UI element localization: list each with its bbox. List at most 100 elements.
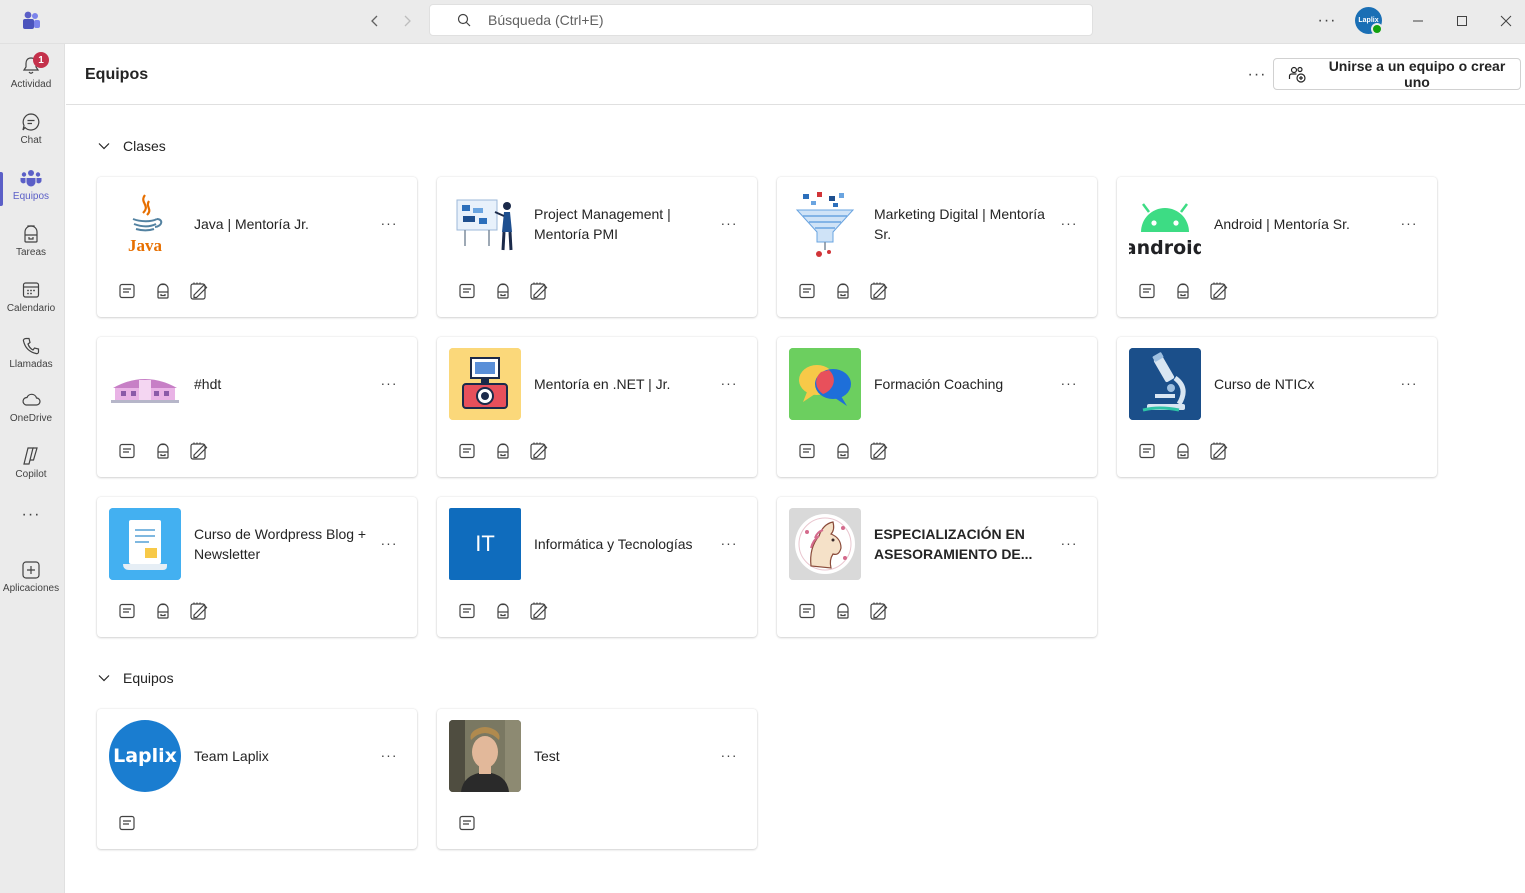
team-name[interactable]: Informática y Tecnologías — [534, 524, 709, 564]
rail-item-teams[interactable]: Equipos — [0, 160, 62, 214]
maximize-icon[interactable] — [1449, 8, 1475, 34]
assignments-icon[interactable] — [1173, 441, 1193, 461]
team-name[interactable]: Curso de Wordpress Blog + Newsletter — [194, 524, 369, 564]
card-more-button[interactable]: ··· — [1399, 373, 1419, 393]
forward-arrow-icon[interactable] — [396, 10, 418, 32]
document-illustration-thumbnail — [109, 508, 181, 580]
search-input[interactable] — [488, 12, 988, 28]
team-name[interactable]: Team Laplix — [194, 736, 369, 776]
team-name[interactable]: #hdt — [194, 364, 369, 404]
team-card[interactable]: Formación Coaching ··· — [777, 337, 1097, 477]
grades-icon[interactable] — [189, 441, 209, 461]
grades-icon[interactable] — [529, 441, 549, 461]
card-more-button[interactable]: ··· — [1059, 213, 1079, 233]
assignments-icon[interactable] — [153, 601, 173, 621]
team-card[interactable]: Curso de NTICx ··· — [1117, 337, 1437, 477]
header-more-button[interactable]: ··· — [1246, 64, 1268, 86]
grades-icon[interactable] — [869, 441, 889, 461]
card-more-button[interactable]: ··· — [379, 373, 399, 393]
team-card[interactable]: Laplix Team Laplix ··· — [97, 709, 417, 849]
rail-item-tasks[interactable]: Tareas — [0, 216, 62, 270]
posts-icon[interactable] — [117, 601, 137, 621]
team-card[interactable]: Test ··· — [437, 709, 757, 849]
grades-icon[interactable] — [869, 281, 889, 301]
team-name[interactable]: Test — [534, 736, 709, 776]
team-name[interactable]: Android | Mentoría Sr. — [1214, 204, 1389, 244]
assignments-icon[interactable] — [493, 601, 513, 621]
posts-icon[interactable] — [1137, 441, 1157, 461]
rail-item-calendar[interactable]: Calendario — [0, 272, 62, 326]
posts-icon[interactable] — [457, 813, 477, 833]
card-more-button[interactable]: ··· — [1399, 213, 1419, 233]
rail-more-button[interactable]: ··· — [0, 506, 62, 524]
card-more-button[interactable]: ··· — [719, 745, 739, 765]
rail-item-activity[interactable]: Actividad 1 — [0, 48, 62, 102]
team-card[interactable]: IT Informática y Tecnologías ··· — [437, 497, 757, 637]
grades-icon[interactable] — [189, 601, 209, 621]
rail-item-copilot[interactable]: Copilot — [0, 438, 62, 492]
posts-icon[interactable] — [117, 281, 137, 301]
assignments-icon[interactable] — [1173, 281, 1193, 301]
team-card[interactable]: ESPECIALIZACIÓN EN ASESORAMIENTO DE... ·… — [777, 497, 1097, 637]
assignments-icon[interactable] — [493, 441, 513, 461]
posts-icon[interactable] — [117, 813, 137, 833]
card-more-button[interactable]: ··· — [379, 213, 399, 233]
card-more-button[interactable]: ··· — [1059, 533, 1079, 553]
section-header-classes[interactable]: Clases — [97, 138, 166, 154]
assignments-icon[interactable] — [493, 281, 513, 301]
team-card[interactable]: Java Java | Mentoría Jr. ··· — [97, 177, 417, 317]
back-arrow-icon[interactable] — [364, 10, 386, 32]
rail-item-chat[interactable]: Chat — [0, 104, 62, 158]
team-name[interactable]: Mentoría en .NET | Jr. — [534, 364, 709, 404]
team-name[interactable]: Project Management | Mentoría PMI — [534, 204, 709, 244]
grades-icon[interactable] — [1209, 281, 1229, 301]
card-more-button[interactable]: ··· — [719, 213, 739, 233]
assignments-icon[interactable] — [153, 281, 173, 301]
rail-item-calls[interactable]: Llamadas — [0, 328, 62, 382]
posts-icon[interactable] — [457, 281, 477, 301]
team-name[interactable]: Curso de NTICx — [1214, 364, 1389, 404]
grades-icon[interactable] — [189, 281, 209, 301]
close-icon[interactable] — [1493, 8, 1519, 34]
card-more-button[interactable]: ··· — [1059, 373, 1079, 393]
team-name[interactable]: Marketing Digital | Mentoría Sr. — [874, 204, 1049, 244]
posts-icon[interactable] — [457, 441, 477, 461]
posts-icon[interactable] — [797, 601, 817, 621]
rail-item-apps[interactable]: Aplicaciones — [0, 552, 62, 606]
team-card[interactable]: android Android | Mentoría Sr. ··· — [1117, 177, 1437, 317]
grades-icon[interactable] — [529, 281, 549, 301]
team-name[interactable]: ESPECIALIZACIÓN EN ASESORAMIENTO DE... — [874, 524, 1049, 564]
assignments-icon[interactable] — [833, 281, 853, 301]
rail-item-onedrive[interactable]: OneDrive — [0, 382, 62, 436]
card-more-button[interactable]: ··· — [379, 533, 399, 553]
assignments-icon[interactable] — [153, 441, 173, 461]
minimize-icon[interactable] — [1405, 8, 1431, 34]
more-options-button[interactable]: ··· — [1316, 10, 1338, 32]
svg-text:Java: Java — [128, 236, 163, 255]
posts-icon[interactable] — [457, 601, 477, 621]
grades-icon[interactable] — [529, 601, 549, 621]
team-card[interactable]: Curso de Wordpress Blog + Newsletter ··· — [97, 497, 417, 637]
card-more-button[interactable]: ··· — [379, 745, 399, 765]
join-or-create-team-button[interactable]: Unirse a un equipo o crear uno — [1273, 58, 1521, 90]
card-more-button[interactable]: ··· — [719, 373, 739, 393]
search-box[interactable] — [429, 4, 1093, 36]
posts-icon[interactable] — [797, 281, 817, 301]
assignments-icon[interactable] — [833, 601, 853, 621]
grades-icon[interactable] — [1209, 441, 1229, 461]
team-name[interactable]: Formación Coaching — [874, 364, 1049, 404]
posts-icon[interactable] — [117, 441, 137, 461]
team-card[interactable]: Project Management | Mentoría PMI ··· — [437, 177, 757, 317]
section-header-teams[interactable]: Equipos — [97, 670, 174, 686]
card-more-button[interactable]: ··· — [719, 533, 739, 553]
team-name[interactable]: Java | Mentoría Jr. — [194, 204, 369, 244]
team-card[interactable]: Marketing Digital | Mentoría Sr. ··· — [777, 177, 1097, 317]
team-card[interactable]: Mentoría en .NET | Jr. ··· — [437, 337, 757, 477]
team-card[interactable]: #hdt ··· — [97, 337, 417, 477]
posts-icon[interactable] — [797, 441, 817, 461]
posts-icon[interactable] — [1137, 281, 1157, 301]
grades-icon[interactable] — [869, 601, 889, 621]
assignments-icon[interactable] — [833, 441, 853, 461]
notification-badge: 1 — [33, 52, 49, 68]
laplix-logo-thumbnail: Laplix — [109, 720, 181, 792]
